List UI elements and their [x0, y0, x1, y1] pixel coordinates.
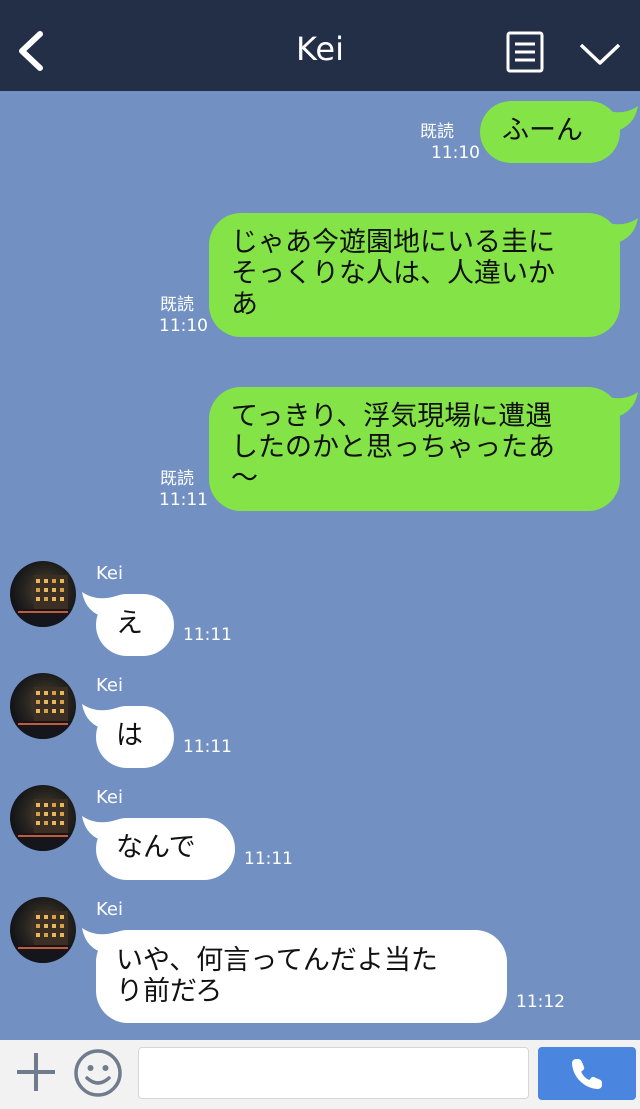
avatar[interactable]: [10, 561, 76, 627]
chat-title: Kei: [296, 30, 344, 68]
read-receipt: 既読: [420, 122, 454, 142]
call-button[interactable]: [538, 1047, 636, 1100]
message-bubble[interactable]: てっきり、浮気現場に遭遇 したのかと思っちゃったあ 〜: [209, 387, 620, 511]
plus-icon[interactable]: [14, 1050, 58, 1094]
message-time: 11:11: [244, 849, 293, 869]
message-bubble[interactable]: いや、何言ってんだよ当た り前だろ: [96, 930, 507, 1023]
message-bubble[interactable]: は: [96, 706, 174, 768]
message-bubble[interactable]: ふーん: [480, 101, 620, 163]
avatar-photo: [10, 799, 76, 851]
sender-name: Kei: [96, 563, 123, 584]
avatar-photo: [10, 575, 76, 627]
avatar[interactable]: [10, 673, 76, 739]
message-time: 11:11: [183, 737, 232, 757]
sender-name: Kei: [96, 787, 123, 808]
message-time: 11:10: [159, 316, 208, 336]
avatar[interactable]: [10, 897, 76, 963]
avatar[interactable]: [10, 785, 76, 851]
message-time: 11:11: [159, 490, 208, 510]
message-time: 11:11: [183, 625, 232, 645]
read-receipt: 既読: [160, 295, 194, 315]
avatar-photo: [10, 687, 76, 739]
chevron-down-icon[interactable]: [578, 40, 622, 68]
message-bubble[interactable]: なんで: [96, 818, 235, 880]
message-bubble[interactable]: じゃあ今遊園地にいる圭に そっくりな人は、人違いか あ: [209, 213, 620, 337]
avatar-photo: [10, 911, 76, 963]
message-input[interactable]: [138, 1047, 529, 1099]
message-bubble[interactable]: え: [96, 594, 174, 656]
read-receipt: 既読: [160, 469, 194, 489]
sender-name: Kei: [96, 899, 123, 920]
message-time: 11:12: [516, 992, 565, 1012]
smile-icon[interactable]: [72, 1048, 124, 1098]
notes-icon[interactable]: [506, 31, 544, 73]
phone-icon: [572, 1059, 602, 1089]
message-time: 11:10: [431, 143, 480, 163]
sender-name: Kei: [96, 675, 123, 696]
